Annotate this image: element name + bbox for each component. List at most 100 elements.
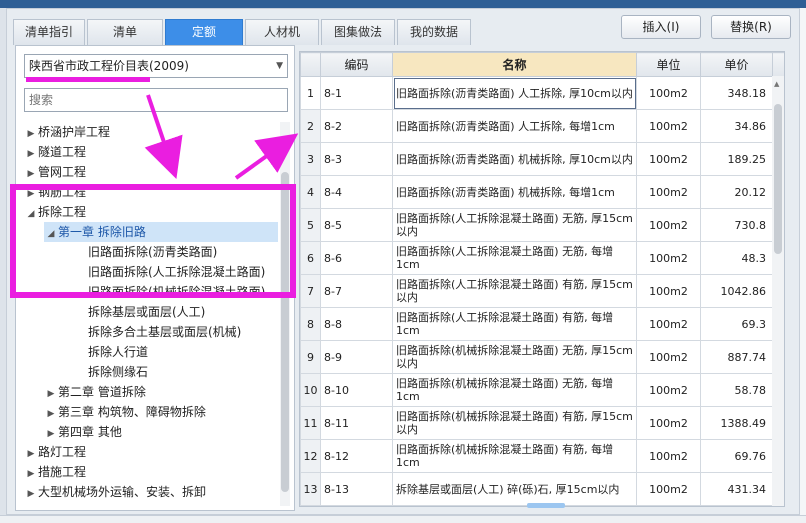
catalog-select[interactable]: 陕西省市政工程价目表(2009) ▼ (24, 54, 288, 78)
unit-cell[interactable]: 100m2 (636, 307, 701, 341)
caret-right-icon[interactable]: ▶ (24, 184, 38, 204)
table-row[interactable]: 6 8-6 旧路面拆除(人工拆除混凝土路面) 无筋, 每增1cm 100m2 48.3 (300, 241, 785, 275)
code-cell[interactable]: 8-8 (320, 307, 393, 341)
tree-leaf[interactable]: 拆除基层或面层(人工) (88, 302, 205, 322)
name-cell[interactable]: 拆除基层或面层(人工) 碎(砾)石, 每增5cm (392, 505, 637, 506)
unit-cell[interactable]: 100m2 (636, 274, 701, 308)
tab-atlas-method[interactable]: 图集做法 (321, 19, 395, 45)
caret-right-icon[interactable]: ▶ (44, 424, 58, 444)
price-cell[interactable]: 69.76 (700, 439, 773, 473)
table-row[interactable]: 12 8-12 旧路面拆除(机械拆除混凝土路面) 有筋, 每增1cm 100m2 69.… (300, 439, 785, 473)
unit-cell[interactable]: 100m2 (636, 472, 701, 506)
tree-node[interactable]: ▶ 路灯工程 (24, 442, 86, 462)
column-header-unit[interactable]: 单位 (636, 52, 701, 77)
tree-node[interactable]: ▶ 管网工程 (24, 162, 86, 182)
code-cell[interactable]: 8-14 (320, 505, 393, 506)
price-cell[interactable]: 730.8 (700, 208, 773, 242)
table-row[interactable]: 13 8-13 拆除基层或面层(人工) 碎(砾)石, 厚15cm以内 100m2 431… (300, 472, 785, 506)
column-header-name[interactable]: 名称 (392, 52, 637, 77)
row-number-cell[interactable]: 11 (300, 406, 321, 440)
code-cell[interactable]: 8-3 (320, 142, 393, 176)
price-cell[interactable]: 34.86 (700, 109, 773, 143)
search-input[interactable] (24, 88, 288, 112)
unit-cell[interactable]: 100m2 (636, 340, 701, 374)
price-cell[interactable]: 887.74 (700, 340, 773, 374)
caret-right-icon[interactable]: ▶ (24, 164, 38, 184)
tree-scrollbar-thumb[interactable] (281, 172, 289, 492)
unit-cell[interactable]: 100m2 (636, 241, 701, 275)
table-row[interactable]: 4 8-4 旧路面拆除(沥青类路面) 机械拆除, 每增1cm 100m2 20.12 (300, 175, 785, 209)
row-number-cell[interactable]: 3 (300, 142, 321, 176)
code-cell[interactable]: 8-5 (320, 208, 393, 242)
table-row[interactable]: 5 8-5 旧路面拆除(人工拆除混凝土路面) 无筋, 厚15cm以内 100m2 730… (300, 208, 785, 242)
caret-right-icon[interactable]: ▶ (24, 144, 38, 164)
tree-node[interactable]: ▶ 措施工程 (24, 462, 86, 482)
code-cell[interactable]: 8-6 (320, 241, 393, 275)
caret-right-icon[interactable]: ▶ (24, 444, 38, 464)
tab-bill[interactable]: 清单 (87, 19, 163, 45)
caret-right-icon[interactable]: ▶ (24, 124, 38, 144)
price-cell[interactable]: 431.34 (700, 472, 773, 506)
row-number-cell[interactable]: 6 (300, 241, 321, 275)
price-cell[interactable]: 1042.86 (700, 274, 773, 308)
row-number-cell[interactable]: 4 (300, 175, 321, 209)
scroll-up-icon[interactable]: ▲ (774, 80, 779, 88)
price-cell[interactable]: 142.8 (700, 505, 773, 506)
name-cell[interactable]: 旧路面拆除(机械拆除混凝土路面) 有筋, 每增1cm (392, 439, 637, 473)
name-cell[interactable]: 旧路面拆除(沥青类路面) 机械拆除, 厚10cm以内 (392, 142, 637, 176)
unit-cell[interactable]: 100m2 (636, 208, 701, 242)
code-cell[interactable]: 8-10 (320, 373, 393, 407)
tree-leaf[interactable]: 拆除侧缘石 (88, 362, 148, 382)
unit-cell[interactable]: 100m2 (636, 505, 701, 506)
table-row[interactable]: 10 8-10 旧路面拆除(机械拆除混凝土路面) 无筋, 每增1cm 100m2 58.… (300, 373, 785, 407)
tab-quota[interactable]: 定额 (165, 19, 243, 45)
caret-down-icon[interactable]: ◢ (24, 204, 38, 224)
table-row[interactable]: 7 8-7 旧路面拆除(人工拆除混凝土路面) 有筋, 厚15cm以内 100m2 104… (300, 274, 785, 308)
code-cell[interactable]: 8-9 (320, 340, 393, 374)
table-row[interactable]: 11 8-11 旧路面拆除(机械拆除混凝土路面) 有筋, 厚15cm以内 100m2 1… (300, 406, 785, 440)
tree-leaf[interactable]: 拆除人行道 (88, 342, 148, 362)
name-cell[interactable]: 旧路面拆除(沥青类路面) 人工拆除, 厚10cm以内 (392, 76, 637, 110)
code-cell[interactable]: 8-12 (320, 439, 393, 473)
price-cell[interactable]: 48.3 (700, 241, 773, 275)
row-number-cell[interactable]: 7 (300, 274, 321, 308)
name-cell[interactable]: 旧路面拆除(机械拆除混凝土路面) 无筋, 厚15cm以内 (392, 340, 637, 374)
row-number-cell[interactable]: 8 (300, 307, 321, 341)
tree-node[interactable]: ▶ 钢筋工程 (24, 182, 86, 202)
insert-button[interactable]: 插入(I) (621, 15, 701, 39)
row-number-cell[interactable]: 14 (300, 505, 321, 506)
table-row[interactable]: 9 8-9 旧路面拆除(机械拆除混凝土路面) 无筋, 厚15cm以内 100m2 887… (300, 340, 785, 374)
table-row[interactable]: 3 8-3 旧路面拆除(沥青类路面) 机械拆除, 厚10cm以内 100m2 189.2… (300, 142, 785, 176)
grid-scrollbar-thumb[interactable] (774, 104, 782, 254)
code-cell[interactable]: 8-4 (320, 175, 393, 209)
splitter-grip[interactable] (527, 503, 565, 508)
caret-right-icon[interactable]: ▶ (24, 484, 38, 504)
unit-cell[interactable]: 100m2 (636, 142, 701, 176)
price-cell[interactable]: 69.3 (700, 307, 773, 341)
price-cell[interactable]: 189.25 (700, 142, 773, 176)
row-number-cell[interactable]: 9 (300, 340, 321, 374)
row-number-cell[interactable]: 10 (300, 373, 321, 407)
tree-leaf[interactable]: 旧路面拆除(人工拆除混凝土路面) (88, 262, 265, 282)
caret-right-icon[interactable]: ▶ (44, 384, 58, 404)
name-cell[interactable]: 旧路面拆除(人工拆除混凝土路面) 无筋, 每增1cm (392, 241, 637, 275)
name-cell[interactable]: 旧路面拆除(沥青类路面) 机械拆除, 每增1cm (392, 175, 637, 209)
code-cell[interactable]: 8-2 (320, 109, 393, 143)
tree-leaf[interactable]: 旧路面拆除(沥青类路面) (88, 242, 217, 262)
price-cell[interactable]: 348.18 (700, 76, 773, 110)
tree-scrollbar[interactable] (280, 122, 290, 506)
caret-right-icon[interactable]: ▶ (24, 464, 38, 484)
unit-cell[interactable]: 100m2 (636, 373, 701, 407)
unit-cell[interactable]: 100m2 (636, 406, 701, 440)
row-number-cell[interactable]: 1 (300, 76, 321, 110)
tree-leaf[interactable]: 拆除多合土基层或面层(机械) (88, 322, 241, 342)
code-cell[interactable]: 8-13 (320, 472, 393, 506)
code-cell[interactable]: 8-11 (320, 406, 393, 440)
name-cell[interactable]: 拆除基层或面层(人工) 碎(砾)石, 厚15cm以内 (392, 472, 637, 506)
price-cell[interactable]: 58.78 (700, 373, 773, 407)
unit-cell[interactable]: 100m2 (636, 109, 701, 143)
price-cell[interactable]: 1388.49 (700, 406, 773, 440)
tree-node[interactable]: ▶ 隧道工程 (24, 142, 86, 162)
tree-node-selected[interactable]: ◢ 第一章 拆除旧路 (44, 222, 278, 242)
grid-scrollbar[interactable]: ▲ (772, 76, 784, 506)
